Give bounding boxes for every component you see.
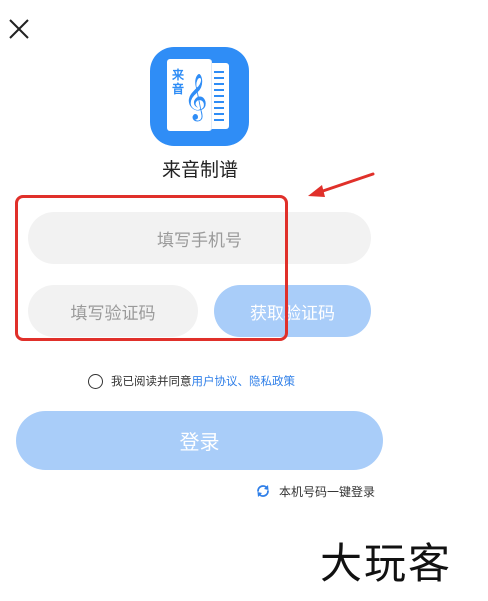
agreement-separator: 、 bbox=[237, 374, 250, 388]
close-icon bbox=[9, 19, 29, 39]
one-key-login-link[interactable]: 本机号码一键登录 bbox=[255, 482, 375, 500]
annotation-highlight-box bbox=[15, 195, 288, 341]
login-button[interactable]: 登录 bbox=[16, 411, 383, 470]
one-key-login-label: 本机号码一键登录 bbox=[279, 484, 376, 499]
refresh-icon bbox=[257, 485, 269, 497]
user-agreement-link[interactable]: 用户协议 bbox=[192, 373, 238, 389]
logo-char-top: 来 bbox=[172, 68, 185, 82]
logo-char-bottom: 音 bbox=[172, 82, 185, 96]
agreement-row: 我已阅读并同意 用户协议 、 隐私政策 bbox=[88, 372, 295, 390]
app-logo: 来 音 𝄞 bbox=[150, 47, 249, 146]
annotation-arrow-icon bbox=[308, 172, 375, 197]
treble-clef-icon: 𝄞 bbox=[184, 74, 208, 120]
agreement-prefix: 我已阅读并同意 bbox=[111, 374, 192, 388]
watermark-logo: 大玩客 bbox=[320, 539, 453, 588]
privacy-policy-link[interactable]: 隐私政策 bbox=[249, 373, 295, 389]
close-button[interactable] bbox=[6, 16, 32, 42]
logo-doc-lines bbox=[214, 71, 224, 121]
agreement-checkbox[interactable] bbox=[88, 373, 103, 389]
